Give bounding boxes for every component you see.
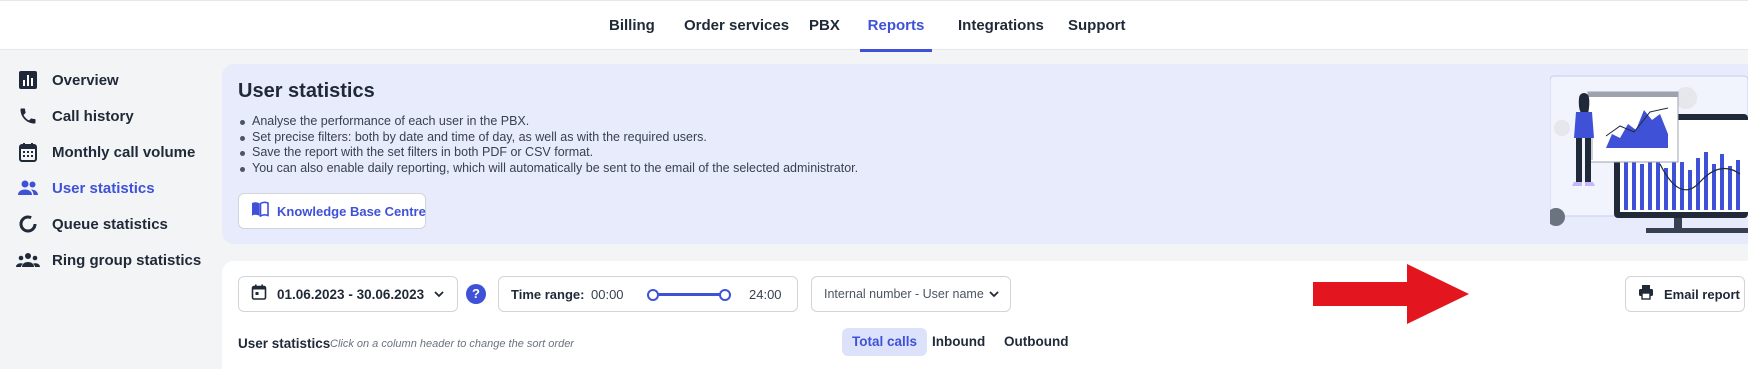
nav-order-services[interactable]: Order services — [684, 1, 789, 51]
sidebar: Overview Call history Monthly call volum… — [0, 50, 222, 369]
user-select-placeholder: Internal number - User name — [824, 287, 984, 301]
sidebar-item-user-statistics[interactable]: User statistics — [16, 173, 155, 203]
knowledge-base-button[interactable]: Knowledge Base Centre — [238, 193, 426, 229]
sidebar-item-label: Ring group statistics — [52, 251, 202, 269]
list-item: Set precise filters: both by date and ti… — [238, 130, 858, 146]
user-select[interactable]: Internal number - User name — [811, 276, 1011, 312]
statistics-panel: 01.06.2023 - 30.06.2023 ? Time range: 00… — [222, 261, 1748, 369]
nav-support[interactable]: Support — [1068, 1, 1126, 51]
sidebar-item-label: User statistics — [52, 179, 155, 197]
sidebar-item-label: Call history — [52, 107, 134, 125]
time-range-label: Time range: — [511, 287, 585, 302]
date-range-picker[interactable]: 01.06.2023 - 30.06.2023 — [238, 276, 458, 312]
time-end-value: 24:00 — [749, 287, 782, 302]
donut-icon — [16, 212, 40, 236]
phone-icon — [16, 104, 40, 128]
chevron-down-icon — [988, 287, 1000, 305]
nav-reports[interactable]: Reports — [860, 1, 932, 52]
tab-total-calls[interactable]: Total calls — [842, 328, 928, 356]
red-arrow-annotation — [1313, 264, 1469, 324]
slider-track — [652, 293, 726, 296]
date-range-value: 01.06.2023 - 30.06.2023 — [277, 286, 425, 302]
top-navigation: Billing Order services PBX Reports Integ… — [0, 0, 1748, 52]
list-item: You can also enable daily reporting, whi… — [238, 161, 858, 177]
nav-pbx[interactable]: PBX — [809, 1, 840, 51]
calendar-icon — [16, 140, 40, 164]
list-item: Analyse the performance of each user in … — [238, 114, 858, 130]
sidebar-item-ring-group-statistics[interactable]: Ring group statistics — [16, 245, 201, 275]
sidebar-item-call-history[interactable]: Call history — [16, 101, 134, 131]
help-icon[interactable]: ? — [466, 284, 486, 304]
sidebar-item-label: Monthly call volume — [52, 143, 196, 161]
sort-hint: Click on a column header to change the s… — [330, 338, 574, 350]
time-start-value: 00:00 — [591, 287, 624, 302]
nav-billing[interactable]: Billing — [609, 1, 655, 51]
sidebar-item-label: Overview — [52, 71, 119, 89]
statistics-illustration — [1547, 74, 1748, 244]
feature-list: Analyse the performance of each user in … — [238, 114, 858, 176]
slider-start-handle[interactable] — [647, 289, 659, 301]
printer-icon — [1638, 284, 1654, 305]
book-icon — [251, 201, 269, 222]
list-item: Save the report with the set filters in … — [238, 145, 858, 161]
users-icon — [16, 176, 40, 200]
slider-end-handle[interactable] — [719, 289, 731, 301]
bar-chart-icon — [16, 68, 40, 92]
tab-inbound[interactable]: Inbound — [922, 328, 995, 356]
time-range-filter: Time range: 00:00 24:00 — [498, 276, 798, 312]
time-range-slider[interactable] — [647, 289, 731, 301]
sidebar-item-overview[interactable]: Overview — [16, 65, 119, 95]
email-report-label: Email report — [1664, 286, 1740, 302]
tab-outbound[interactable]: Outbound — [994, 328, 1078, 356]
sidebar-item-label: Queue statistics — [52, 215, 168, 233]
calendar-icon — [251, 284, 267, 305]
group-icon — [16, 248, 40, 272]
sidebar-item-monthly-call-volume[interactable]: Monthly call volume — [16, 137, 195, 167]
email-report-button[interactable]: Email report — [1625, 276, 1745, 312]
page-title: User statistics — [238, 80, 375, 102]
chevron-down-icon — [433, 287, 445, 305]
info-card: User statistics Analyse the performance … — [222, 64, 1748, 244]
nav-integrations[interactable]: Integrations — [958, 1, 1044, 51]
knowledge-base-label: Knowledge Base Centre — [277, 203, 426, 219]
statistics-title: User statistics — [238, 336, 331, 351]
sidebar-item-queue-statistics[interactable]: Queue statistics — [16, 209, 168, 239]
